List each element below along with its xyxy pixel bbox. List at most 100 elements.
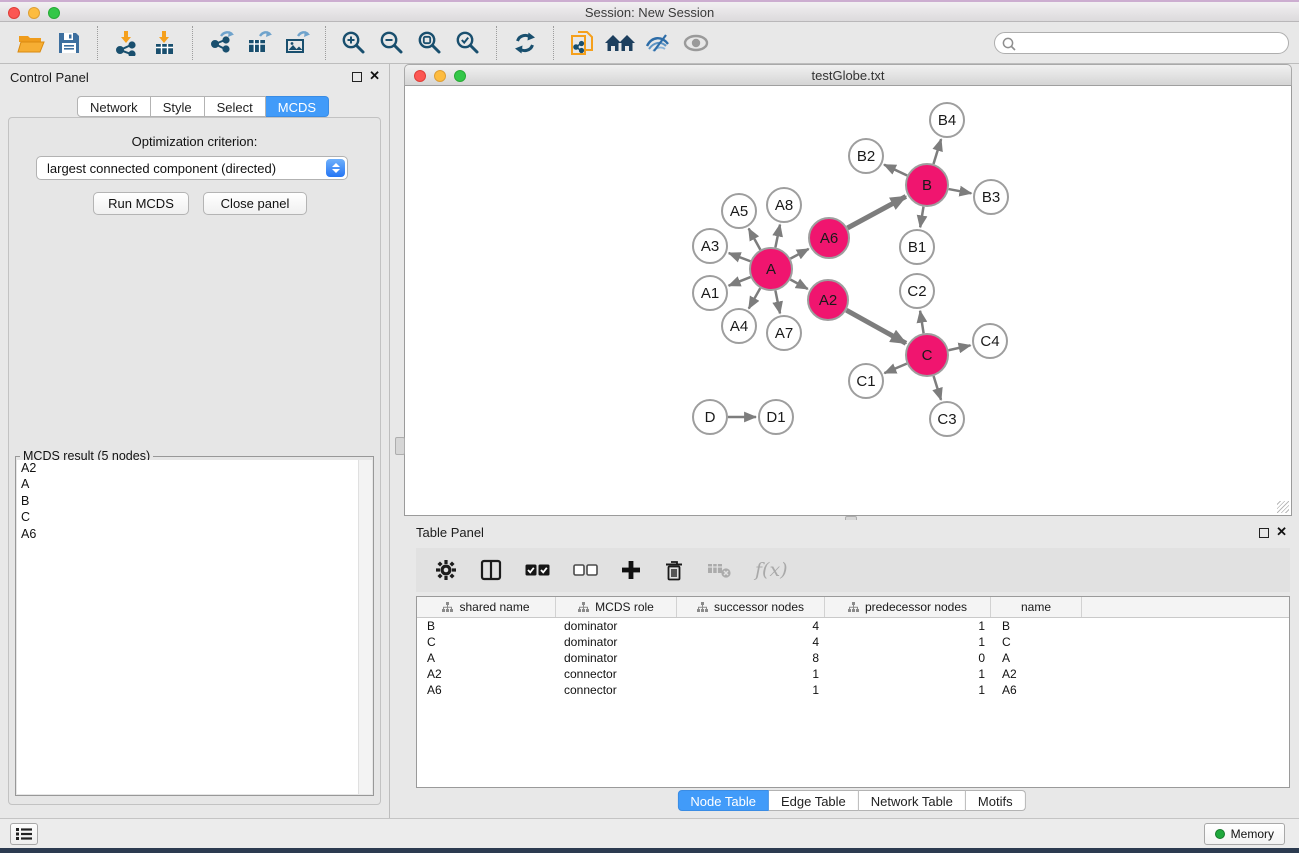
save-session-button[interactable]: [53, 25, 85, 61]
edge-B-B3[interactable]: [949, 189, 972, 193]
network-graph[interactable]: B4 B2 B B3 A5 A8A6 B1 A3 A C2 A1 A2 A4 A7 C4 C C1 C3 D D1: [405, 86, 1291, 514]
graph-node-B1[interactable]: B1: [900, 230, 934, 264]
tab-edge-table[interactable]: Edge Table: [769, 790, 859, 811]
close-panel-button-2[interactable]: Close panel: [203, 192, 307, 215]
graph-node-A4[interactable]: A4: [722, 309, 756, 343]
memory-button[interactable]: Memory: [1204, 823, 1285, 845]
tab-style[interactable]: Style: [151, 96, 205, 117]
result-item[interactable]: A: [17, 476, 372, 492]
graph-node-A3[interactable]: A3: [693, 229, 727, 263]
graph-node-A7[interactable]: A7: [767, 316, 801, 350]
open-session-button[interactable]: [15, 25, 47, 61]
select-all-columns-button[interactable]: [525, 563, 550, 577]
graph-node-B2[interactable]: B2: [849, 139, 883, 173]
add-row-button[interactable]: [621, 560, 641, 580]
home-networks-button[interactable]: [604, 25, 636, 61]
edge-A-A3[interactable]: [729, 253, 751, 261]
graph-node-B3[interactable]: B3: [974, 180, 1008, 214]
zoom-selected-button[interactable]: [452, 25, 484, 61]
graph-node-A1[interactable]: A1: [693, 276, 727, 310]
zoom-out-button[interactable]: [376, 25, 408, 61]
float-panel-button[interactable]: [352, 72, 362, 82]
network-canvas[interactable]: B4 B2 B B3 A5 A8A6 B1 A3 A C2 A1 A2 A4 A7 C4 C C1 C3 D D1: [404, 86, 1292, 516]
function-builder-button[interactable]: f(x): [755, 559, 788, 581]
edge-A-A6[interactable]: [790, 249, 808, 259]
edge-A6-B[interactable]: [847, 196, 905, 228]
graph-node-C2[interactable]: C2: [900, 274, 934, 308]
zoom-in-button[interactable]: [338, 25, 370, 61]
column-header-successor-nodes[interactable]: successor nodes: [677, 597, 825, 617]
table-settings-button[interactable]: [435, 559, 457, 581]
graph-node-C[interactable]: C: [906, 334, 948, 376]
column-header-MCDS-role[interactable]: MCDS role: [556, 597, 677, 617]
edge-A2-C[interactable]: [846, 310, 906, 343]
run-mcds-button[interactable]: Run MCDS: [93, 192, 189, 215]
export-image-button[interactable]: [281, 25, 313, 61]
graph-node-C1[interactable]: C1: [849, 364, 883, 398]
column-header-shared-name[interactable]: shared name: [417, 597, 556, 617]
column-header-name[interactable]: name: [991, 597, 1082, 617]
clone-network-button[interactable]: [566, 25, 598, 61]
export-network-button[interactable]: [205, 25, 237, 61]
graph-node-A2[interactable]: A2: [808, 280, 848, 320]
result-item[interactable]: A6: [17, 526, 372, 542]
edge-A-A4[interactable]: [749, 288, 760, 308]
result-item[interactable]: B: [17, 493, 372, 509]
edge-A-A5[interactable]: [749, 229, 761, 250]
edge-A-A8[interactable]: [775, 225, 780, 248]
tab-network-table[interactable]: Network Table: [859, 790, 966, 811]
result-scrollbar[interactable]: [358, 460, 372, 794]
result-item[interactable]: A2: [17, 460, 372, 476]
graph-node-D1[interactable]: D1: [759, 400, 793, 434]
edge-C-C2[interactable]: [920, 311, 924, 334]
graph-node-A6[interactable]: A6: [809, 218, 849, 258]
task-history-button[interactable]: [10, 823, 38, 845]
graph-node-A8[interactable]: A8: [767, 188, 801, 222]
float-table-panel-button[interactable]: [1259, 528, 1269, 538]
mcds-result-list[interactable]: A2ABCA6: [17, 460, 372, 794]
graph-node-C4[interactable]: C4: [973, 324, 1007, 358]
delete-table-button[interactable]: [707, 560, 732, 580]
edge-B-B4[interactable]: [933, 139, 941, 164]
table-row[interactable]: A2connector11A2: [417, 666, 1289, 682]
network-window-titlebar[interactable]: testGlobe.txt: [404, 64, 1292, 86]
tab-motifs[interactable]: Motifs: [966, 790, 1026, 811]
edge-C-C1[interactable]: [884, 364, 906, 374]
graph-node-B4[interactable]: B4: [930, 103, 964, 137]
column-header-predecessor-nodes[interactable]: predecessor nodes: [825, 597, 991, 617]
export-table-button[interactable]: [243, 25, 275, 61]
zoom-fit-button[interactable]: [414, 25, 446, 61]
graph-node-C3[interactable]: C3: [930, 402, 964, 436]
table-row[interactable]: Cdominator41C: [417, 634, 1289, 650]
tab-select[interactable]: Select: [205, 96, 266, 117]
edge-A-A7[interactable]: [775, 291, 780, 314]
tab-node-table[interactable]: Node Table: [677, 790, 769, 811]
resize-grip-icon[interactable]: [1277, 501, 1289, 513]
search-input[interactable]: [1019, 34, 1283, 54]
edge-B-B1[interactable]: [920, 207, 923, 228]
apply-layout-button[interactable]: [509, 25, 541, 61]
result-item[interactable]: C: [17, 509, 372, 525]
import-network-button[interactable]: [110, 25, 142, 61]
tab-network[interactable]: Network: [77, 96, 151, 117]
graph-node-D[interactable]: D: [693, 400, 727, 434]
table-row[interactable]: Bdominator41B: [417, 618, 1289, 634]
show-graphics-details-button[interactable]: [642, 25, 674, 61]
graph-node-B[interactable]: B: [906, 164, 948, 206]
edge-C-C4[interactable]: [948, 345, 970, 350]
close-panel-button[interactable]: ✕: [369, 68, 380, 84]
show-columns-button[interactable]: [480, 559, 502, 581]
edge-B-B2[interactable]: [884, 165, 907, 176]
edge-C-C3[interactable]: [934, 376, 941, 400]
graph-node-A[interactable]: A: [750, 248, 792, 290]
import-table-button[interactable]: [148, 25, 180, 61]
graph-node-A5[interactable]: A5: [722, 194, 756, 228]
hide-graphics-details-button[interactable]: [680, 25, 712, 61]
search-field[interactable]: [994, 32, 1289, 54]
table-row[interactable]: A6connector11A6: [417, 682, 1289, 698]
unselect-all-columns-button[interactable]: [573, 563, 598, 577]
criterion-dropdown[interactable]: largest connected component (directed): [36, 156, 348, 180]
tab-mcds[interactable]: MCDS: [266, 96, 329, 117]
edge-A-A1[interactable]: [729, 277, 751, 286]
vertical-splitter-handle[interactable]: [395, 437, 405, 455]
